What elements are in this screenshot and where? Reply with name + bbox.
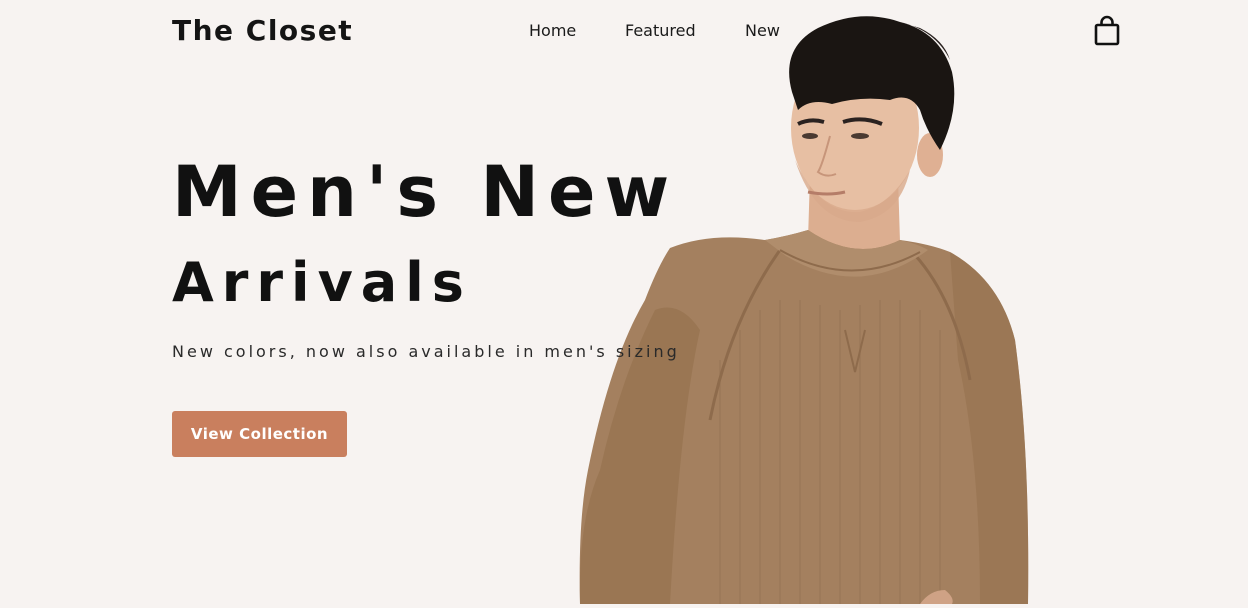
shopping-bag-icon[interactable] (1093, 15, 1121, 47)
view-collection-button[interactable]: View Collection (172, 411, 347, 457)
nav-item-new[interactable]: New (745, 21, 780, 40)
main-nav: Home Featured New (0, 21, 1248, 45)
nav-item-home[interactable]: Home (529, 21, 576, 40)
hero-subtitle: New colors, now also available in men's … (172, 342, 680, 361)
hero-title-line-1: Men's New (172, 151, 679, 233)
site-header: The Closet Home Featured New (0, 0, 1248, 64)
hero-title-line-2: Arrivals (172, 251, 472, 314)
hero-model-image (560, 0, 1060, 604)
nav-item-featured[interactable]: Featured (625, 21, 696, 40)
